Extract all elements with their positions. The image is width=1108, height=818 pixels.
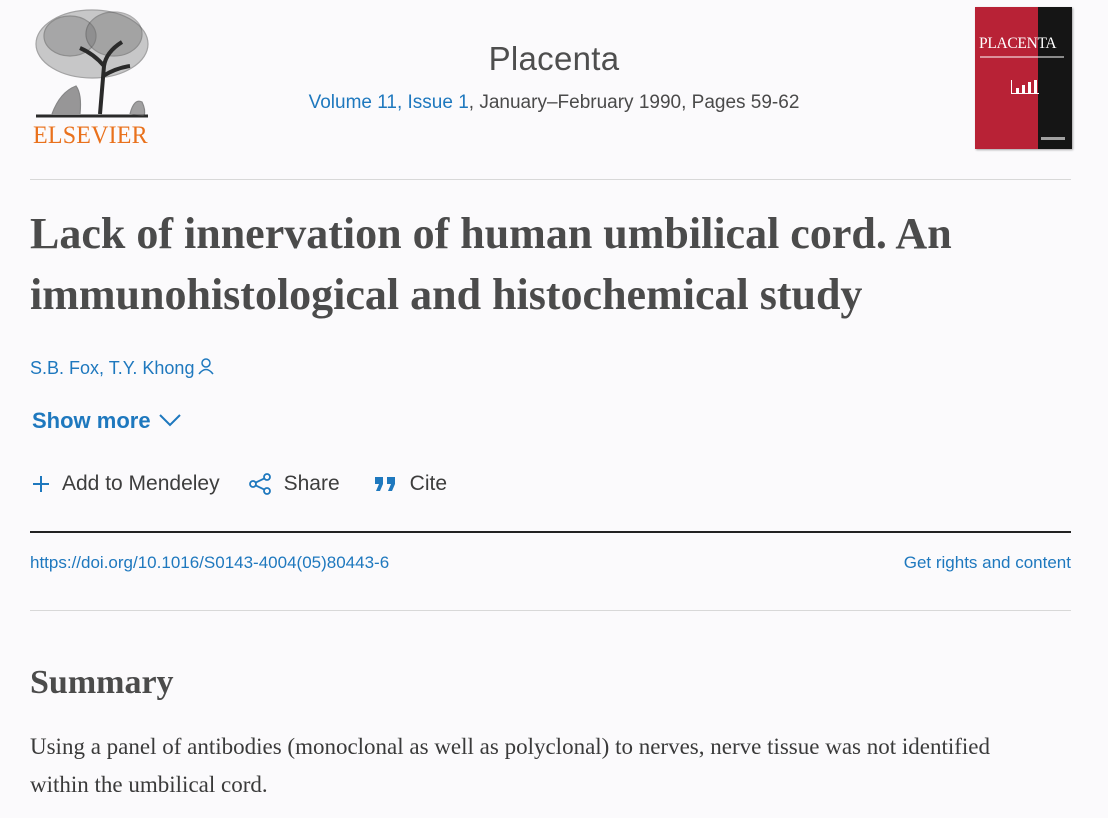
author-link[interactable]: T.Y. Khong bbox=[109, 358, 195, 378]
summary-text: Using a panel of antibodies (monoclonal … bbox=[30, 734, 991, 797]
cover-graphic-bar bbox=[1034, 80, 1037, 93]
cover-graphic-bar bbox=[1028, 82, 1031, 93]
get-rights-link[interactable]: Get rights and content bbox=[904, 553, 1071, 573]
cover-dark-band bbox=[1038, 7, 1072, 149]
quote-icon bbox=[374, 477, 395, 491]
chevron-down-icon bbox=[158, 414, 181, 427]
author-separator: , bbox=[99, 358, 109, 378]
volume-issue-link[interactable]: Volume 11, Issue 1 bbox=[309, 92, 469, 113]
doi-divider bbox=[30, 610, 1071, 611]
author-list: S.B. Fox, T.Y. Khong bbox=[30, 358, 215, 379]
share-icon bbox=[248, 473, 271, 495]
author-link[interactable]: S.B. Fox bbox=[30, 358, 99, 378]
show-more-label: Show more bbox=[32, 408, 151, 433]
issue-info: Volume 11, Issue 1, January–February 199… bbox=[0, 92, 1108, 114]
add-to-mendeley-button[interactable]: Add to Mendeley bbox=[32, 472, 220, 496]
journal-cover[interactable]: PLACENTA bbox=[975, 7, 1072, 149]
summary-heading: Summary bbox=[30, 664, 174, 701]
cover-title: PLACENTA bbox=[979, 35, 1057, 52]
article-title: Lack of innervation of human umbilical c… bbox=[30, 209, 952, 319]
cite-label: Cite bbox=[409, 472, 448, 495]
show-more-button[interactable]: Show more bbox=[32, 408, 181, 434]
cover-graphic bbox=[1011, 80, 1039, 94]
share-label: Share bbox=[283, 472, 340, 495]
cover-subtitle-line bbox=[980, 56, 1064, 58]
person-icon[interactable] bbox=[198, 358, 215, 375]
journal-header: Placenta Volume 11, Issue 1, January–Feb… bbox=[0, 40, 1108, 114]
publisher-name: ELSEVIER bbox=[33, 122, 148, 149]
share-button[interactable]: Share bbox=[248, 472, 340, 496]
actions-divider bbox=[30, 531, 1071, 533]
journal-title[interactable]: Placenta bbox=[0, 40, 1108, 78]
add-to-mendeley-label: Add to Mendeley bbox=[62, 472, 220, 495]
issue-details: , January–February 1990, Pages 59-62 bbox=[468, 92, 800, 113]
plus-icon bbox=[33, 476, 49, 492]
cite-button[interactable]: Cite bbox=[374, 472, 447, 496]
cover-graphic-bar bbox=[1022, 85, 1025, 93]
cover-graphic-bar bbox=[1016, 88, 1019, 93]
header-divider bbox=[30, 179, 1071, 180]
cover-footer-text bbox=[1041, 137, 1065, 140]
article-actions: Add to Mendeley Share Cite bbox=[32, 472, 447, 496]
doi-link[interactable]: https://doi.org/10.1016/S0143-4004(05)80… bbox=[30, 553, 389, 573]
